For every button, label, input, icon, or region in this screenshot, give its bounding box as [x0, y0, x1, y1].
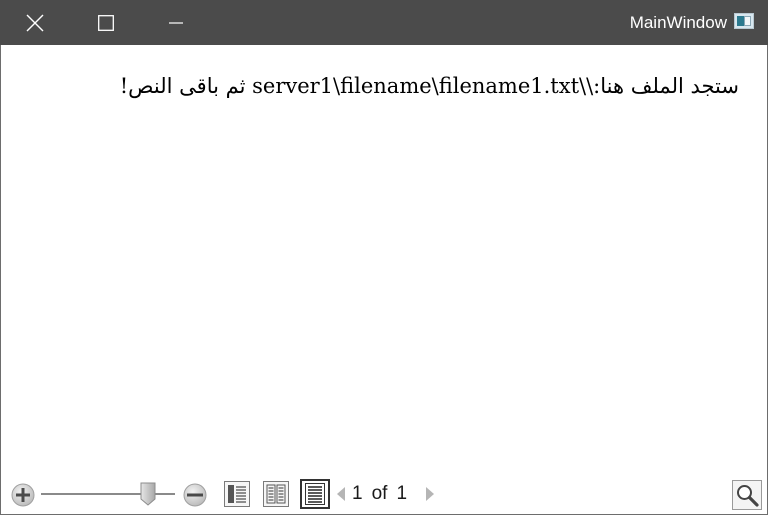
maximize-icon	[98, 14, 114, 31]
window-border-left	[0, 45, 1, 515]
find-button[interactable]	[732, 480, 762, 510]
two-page-view-button[interactable]	[261, 479, 291, 509]
close-icon	[26, 14, 44, 31]
single-page-view-icon	[224, 481, 250, 507]
zoom-slider-thumb[interactable]	[140, 482, 156, 506]
page-of-label: of	[371, 483, 388, 504]
minimize-button[interactable]	[141, 0, 211, 45]
zoom-in-button[interactable]	[11, 483, 35, 507]
scroll-view-icon	[305, 483, 325, 505]
single-page-view-button[interactable]	[222, 479, 252, 509]
main-window: MainWindow ستجد الملف هنا:\\server1\file…	[0, 0, 768, 515]
current-page-number: 1	[352, 483, 363, 504]
app-icon	[734, 13, 754, 29]
search-icon	[732, 480, 762, 510]
next-page-button[interactable]	[424, 486, 436, 502]
window-title: MainWindow	[629, 13, 727, 32]
page-indicator: 1 of 1	[352, 483, 407, 505]
zoom-out-button[interactable]	[182, 483, 208, 507]
previous-page-button[interactable]	[335, 486, 347, 502]
zoom-in-icon	[11, 483, 35, 507]
title-bar: MainWindow	[0, 0, 768, 45]
two-page-view-icon	[263, 481, 289, 507]
zoom-out-icon	[183, 483, 207, 507]
maximize-button[interactable]	[71, 0, 141, 45]
document-viewer-toolbar: 1 of 1	[1, 474, 767, 514]
chevron-right-icon	[426, 487, 434, 501]
close-button[interactable]	[0, 0, 70, 45]
document-paragraph: ستجد الملف هنا:\\server1\filename\filena…	[119, 74, 739, 98]
scroll-view-button[interactable]	[300, 479, 330, 509]
total-page-count: 1	[396, 483, 408, 504]
minimize-icon	[169, 21, 183, 24]
chevron-left-icon	[337, 487, 345, 501]
